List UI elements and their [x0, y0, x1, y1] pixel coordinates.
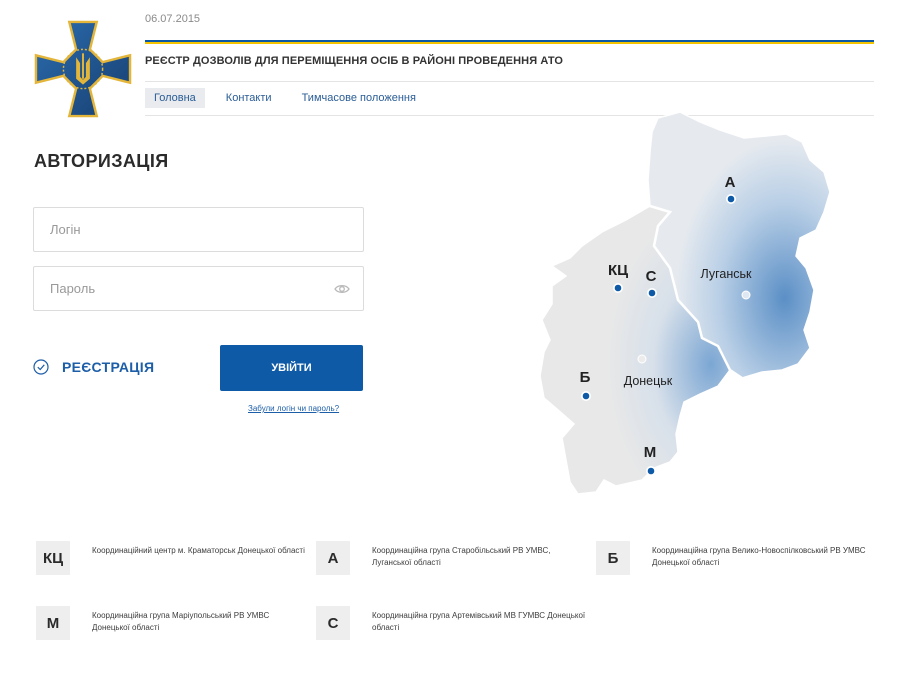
legend-code: Б	[596, 541, 630, 575]
marker-m-label: М	[644, 444, 657, 461]
nav-item-regulation[interactable]: Тимчасове положення	[293, 88, 425, 108]
marker-a-label: А	[725, 174, 736, 191]
city-donetsk-label: Донецьк	[624, 374, 673, 388]
password-input[interactable]	[34, 267, 363, 310]
legend-item: КЦ Координаційний центр м. Краматорськ Д…	[36, 541, 307, 575]
legend-item: М Координаційна група Маріупольський РВ …	[36, 606, 307, 640]
register-label: РЕЄСТРАЦІЯ	[62, 359, 155, 375]
flag-divider	[145, 40, 874, 44]
legend-text: Координаційна група Маріупольський РВ УМ…	[92, 611, 270, 632]
eye-icon[interactable]	[334, 282, 350, 296]
check-circle-icon	[33, 359, 49, 375]
legend-item: Б Координаційна група Велико-Новоспілков…	[596, 541, 867, 575]
site-title: РЕЄСТР ДОЗВОЛІВ ДЛЯ ПЕРЕМІЩЕННЯ ОСІБ В Р…	[145, 55, 564, 67]
current-date: 06.07.2015	[145, 13, 201, 25]
legend-item: А Координаційна група Старобільський РВ …	[316, 541, 587, 575]
legend-code: А	[316, 541, 350, 575]
password-field	[33, 266, 364, 311]
main-nav: Головна Контакти Тимчасове положення	[145, 88, 437, 108]
nav-item-contacts[interactable]: Контакти	[217, 88, 281, 108]
login-button[interactable]: УВІЙТИ	[220, 345, 363, 391]
legend-text: Координаційний центр м. Краматорськ Доне…	[92, 546, 305, 555]
login-input[interactable]	[34, 208, 363, 251]
legend-text: Координаційна група Артемівський МВ ГУМВ…	[372, 611, 586, 632]
marker-a[interactable]: А	[725, 174, 736, 204]
legend-code: КЦ	[36, 541, 70, 575]
legend-text: Координаційна група Велико-Новоспілковсь…	[652, 546, 866, 567]
register-link[interactable]: РЕЄСТРАЦІЯ	[33, 359, 154, 375]
auth-title: АВТОРИЗАЦІЯ	[34, 151, 169, 171]
forgot-password-link[interactable]: Забули логін чи пароль?	[248, 404, 339, 413]
ssu-emblem-logo	[34, 20, 132, 118]
marker-s-label: С	[646, 268, 657, 285]
login-field	[33, 207, 364, 252]
region-map: А КЦ С Б М Луганськ Донецьк	[539, 111, 831, 495]
marker-b[interactable]: Б	[580, 369, 591, 401]
legend-text: Координаційна група Старобільський РВ УМ…	[372, 546, 551, 567]
marker-kc-label: КЦ	[608, 262, 628, 279]
legend-code: С	[316, 606, 350, 640]
city-luhansk-label: Луганськ	[701, 267, 752, 281]
marker-b-label: Б	[580, 369, 591, 386]
legend-code: М	[36, 606, 70, 640]
divider	[145, 81, 874, 82]
marker-s[interactable]: С	[646, 268, 657, 298]
legend-item: С Координаційна група Артемівський МВ ГУ…	[316, 606, 587, 640]
nav-item-home[interactable]: Головна	[145, 88, 205, 108]
